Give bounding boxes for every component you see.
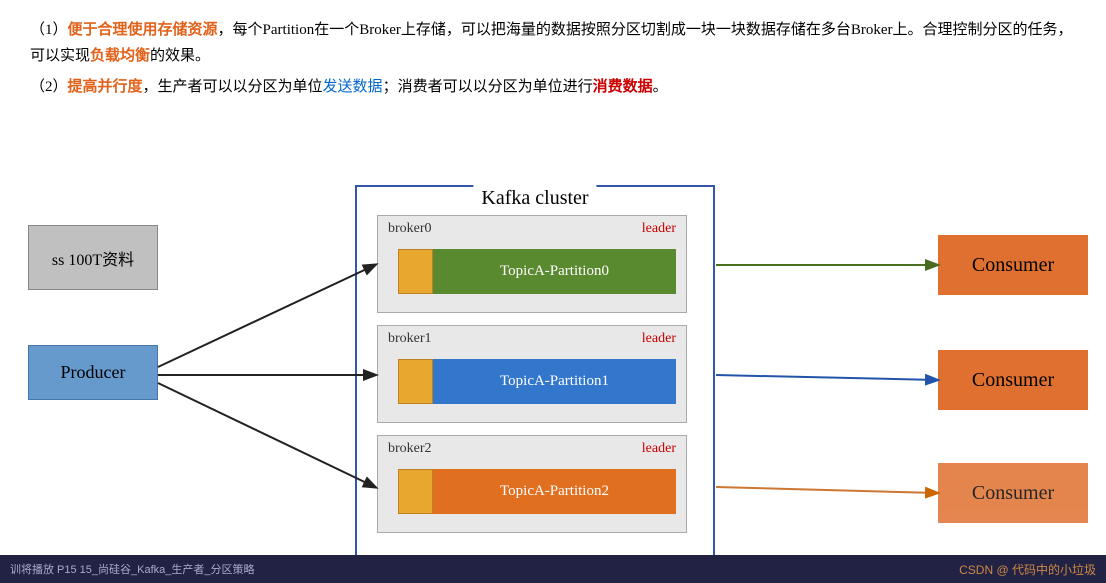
text2-suffix: 。 <box>653 79 668 95</box>
consumer2-label: Consumer <box>972 482 1054 505</box>
broker0-leader: leader <box>642 221 676 237</box>
diagram-area: ss 100T资料 Producer Kafka cluster broker0… <box>0 185 1106 583</box>
partition2-icon <box>398 469 433 514</box>
broker-box-1: broker1 leader TopicA-Partition1 <box>377 325 687 423</box>
text1-highlight2: 负载均衡 <box>90 48 150 64</box>
consumer1-label: Consumer <box>972 369 1054 392</box>
broker2-label: broker2 <box>388 441 432 457</box>
kafka-cluster-title: Kafka cluster <box>473 185 596 212</box>
partition-box-1: TopicA-Partition1 <box>398 354 676 409</box>
broker2-leader: leader <box>642 441 676 457</box>
partition-box-2: TopicA-Partition2 <box>398 464 676 519</box>
consumer-box-0: Consumer <box>938 235 1088 295</box>
partition2-label: TopicA-Partition2 <box>433 469 676 514</box>
storage-box: ss 100T资料 <box>28 225 158 290</box>
broker-box-2: broker2 leader TopicA-Partition2 <box>377 435 687 533</box>
broker-box-0: broker0 leader TopicA-Partition0 <box>377 215 687 313</box>
partition1-icon <box>398 359 433 404</box>
producer-label: Producer <box>61 362 126 383</box>
consumer0-label: Consumer <box>972 254 1054 277</box>
text1-highlight1: 便于合理使用存储资源 <box>68 22 218 38</box>
storage-label: ss 100T资料 <box>52 246 134 270</box>
slide: （1）便于合理使用存储资源，每个Partition在一个Broker上存储，可以… <box>0 0 1106 583</box>
producer-box: Producer <box>28 345 158 400</box>
text-line-2: （2）提高并行度，生产者可以以分区为单位发送数据；消费者可以以分区为单位进行消费… <box>30 75 1076 101</box>
bottom-bar-left-text: 训将播放 P15 15_尚硅谷_Kafka_生产者_分区策略 <box>10 561 255 577</box>
broker1-leader: leader <box>642 331 676 347</box>
text2-prefix: （2） <box>30 79 68 95</box>
text1-suffix: 的效果。 <box>150 48 210 64</box>
bottom-bar: 训将播放 P15 15_尚硅谷_Kafka_生产者_分区策略 CSDN @ 代码… <box>0 555 1106 583</box>
text2-middle2: ；消费者可以以分区为单位进行 <box>383 79 593 95</box>
kafka-cluster: Kafka cluster broker0 leader TopicA-Part… <box>355 185 715 563</box>
broker0-label: broker0 <box>388 221 432 237</box>
partition0-label: TopicA-Partition0 <box>433 249 676 294</box>
text2-highlight2: 发送数据 <box>323 79 383 95</box>
consumer-box-1: Consumer <box>938 350 1088 410</box>
bottom-bar-right-text: CSDN @ 代码中的小垃圾 <box>959 561 1096 578</box>
consumer-box-2: Consumer <box>938 463 1088 523</box>
text-line-1: （1）便于合理使用存储资源，每个Partition在一个Broker上存储，可以… <box>30 18 1076 69</box>
text-area: （1）便于合理使用存储资源，每个Partition在一个Broker上存储，可以… <box>0 0 1106 101</box>
text2-highlight1: 提高并行度 <box>68 79 143 95</box>
text1-prefix: （1） <box>30 22 68 38</box>
text2-middle: ，生产者可以以分区为单位 <box>143 79 323 95</box>
broker1-label: broker1 <box>388 331 432 347</box>
partition1-label: TopicA-Partition1 <box>433 359 676 404</box>
text2-highlight3: 消费数据 <box>593 79 653 95</box>
partition-box-0: TopicA-Partition0 <box>398 244 676 299</box>
partition0-icon <box>398 249 433 294</box>
